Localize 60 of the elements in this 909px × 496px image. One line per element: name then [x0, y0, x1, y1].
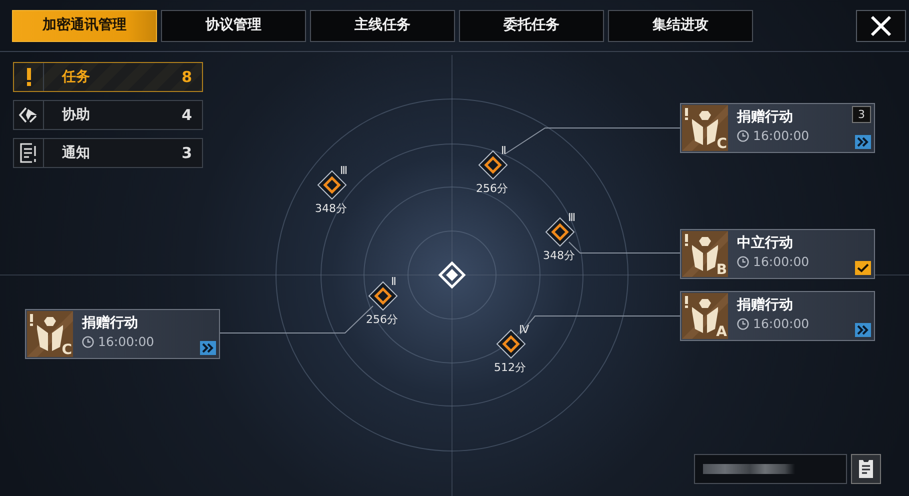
rank-label: Ⅲ — [340, 165, 348, 176]
mission-time: 16:00:00 — [98, 335, 154, 350]
mission-time: 16:00:00 — [753, 317, 810, 332]
emblem-icon — [682, 105, 728, 151]
mission-title: 捐赠行动 — [82, 316, 139, 332]
document-icon — [858, 459, 874, 479]
grade-label: B — [716, 262, 727, 279]
tab[interactable]: 协议管理 — [161, 10, 306, 42]
tab[interactable]: 主线任务 — [310, 10, 455, 42]
category-count: 8 — [182, 66, 192, 88]
mission-card[interactable]: C 捐赠行动 16:00:00 3 — [680, 103, 875, 153]
grade-label: C — [716, 136, 727, 153]
mission-time: 16:00:00 — [753, 255, 810, 270]
clock-icon — [737, 318, 749, 330]
input-field[interactable] — [694, 454, 847, 484]
fast-forward-icon[interactable] — [855, 135, 871, 149]
score-label: 348分 — [543, 250, 575, 261]
category-count: 4 — [182, 104, 192, 126]
category-tab[interactable]: 协助 4 — [13, 100, 203, 130]
category-count: 3 — [182, 142, 192, 164]
score-label: 512分 — [494, 362, 526, 373]
alert-icon — [26, 68, 32, 86]
mission-card[interactable]: A 捐赠行动 16:00:00 — [680, 291, 875, 341]
category-label: 通知 — [62, 144, 90, 162]
clock-icon — [737, 256, 749, 268]
fast-forward-icon[interactable] — [200, 341, 216, 355]
fast-forward-icon[interactable] — [855, 323, 871, 337]
category-label: 协助 — [62, 106, 90, 124]
document-button[interactable] — [851, 454, 881, 484]
mission-title: 捐赠行动 — [737, 298, 794, 314]
close-button[interactable] — [856, 10, 906, 42]
count-badge: 3 — [852, 106, 871, 123]
center-marker-icon — [438, 261, 466, 289]
score-label: 256分 — [476, 183, 508, 194]
mission-card[interactable]: C 捐赠行动 16:00:00 — [25, 309, 220, 359]
score-label: 348分 — [315, 203, 347, 214]
clock-icon — [737, 130, 749, 142]
mission-title: 捐赠行动 — [737, 110, 794, 126]
tab[interactable]: 加密通讯管理 — [12, 10, 157, 42]
grade-label: C — [62, 342, 72, 359]
category-tab[interactable]: 通知 3 — [13, 138, 203, 168]
rank-label: Ⅳ — [519, 324, 530, 335]
emblem-icon — [682, 231, 728, 277]
rank-label: Ⅲ — [568, 212, 576, 223]
mission-time: 16:00:00 — [753, 129, 810, 144]
category-label: 任务 — [62, 68, 90, 86]
tab[interactable]: 集结进攻 — [608, 10, 753, 42]
mission-title: 中立行动 — [737, 236, 794, 252]
tab[interactable]: 委托任务 — [459, 10, 604, 42]
rank-label: Ⅱ — [391, 276, 396, 287]
mission-card[interactable]: B 中立行动 16:00:00 — [680, 229, 875, 279]
emblem-icon — [682, 293, 728, 339]
emblem-icon — [27, 311, 73, 357]
grade-label: A — [716, 324, 727, 341]
clock-icon — [82, 336, 94, 348]
category-tab[interactable]: 任务 8 — [13, 62, 203, 92]
score-label: 256分 — [366, 314, 398, 325]
close-icon — [870, 14, 892, 36]
notice-icon — [20, 143, 38, 163]
rank-label: Ⅱ — [501, 145, 506, 156]
